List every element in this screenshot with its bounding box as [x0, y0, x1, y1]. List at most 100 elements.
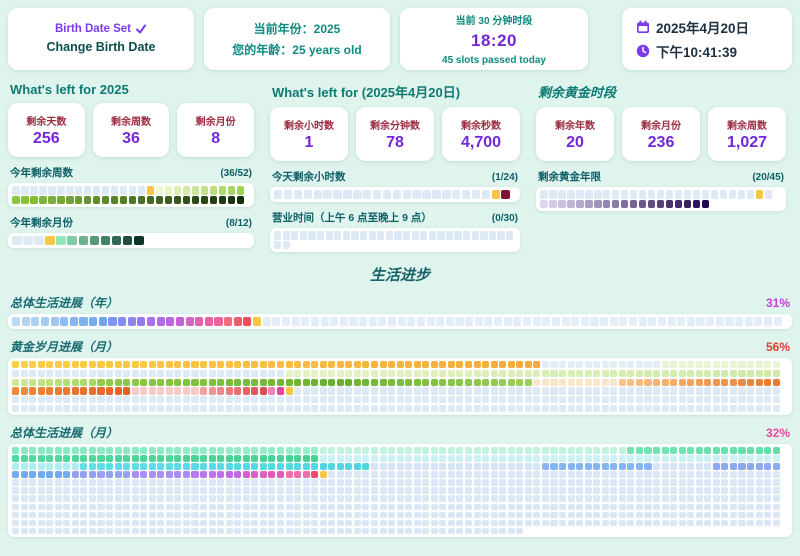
grid-cell [260, 455, 267, 462]
grid-cell [474, 495, 481, 502]
grid-cell [311, 495, 318, 502]
grid-cell [277, 495, 284, 502]
grid-cell [422, 455, 429, 462]
grid-cell [183, 512, 190, 519]
grid-cell [576, 463, 583, 470]
grid-cell [516, 504, 523, 511]
grid-cell [644, 504, 651, 511]
grid-cell [166, 405, 173, 412]
grid-cell [431, 471, 438, 478]
grid-cell [696, 317, 704, 326]
grid-cell [157, 479, 164, 486]
stat-golden-weeks-left: 剩余周数 1,027 [708, 107, 786, 161]
grid-cell [388, 495, 395, 502]
grid-cell [209, 463, 216, 470]
grid-cell [585, 512, 592, 519]
grid-cell [55, 387, 62, 394]
grid-cell [480, 231, 487, 240]
grid-cell [345, 455, 352, 462]
grid-cell [80, 361, 87, 368]
grid-cell [210, 186, 218, 195]
grid-cell [559, 379, 566, 386]
grid-cell [21, 455, 28, 462]
grid-cell [747, 520, 754, 527]
grid-cell [149, 463, 156, 470]
grid-cell [754, 317, 762, 326]
grid-cell [183, 479, 190, 486]
grid-cell [571, 317, 579, 326]
overall-months-grid [12, 447, 788, 535]
grid-cell [149, 370, 156, 377]
grid-cell [286, 455, 293, 462]
grid-cell [550, 455, 557, 462]
grid-cell [452, 190, 460, 199]
grid-cell [362, 405, 369, 412]
grid-cell [191, 487, 198, 494]
grid-cell [55, 405, 62, 412]
grid-cell [140, 379, 147, 386]
grid-cell [499, 495, 506, 502]
grid-cell [115, 471, 122, 478]
grid-cell [183, 528, 190, 535]
grid-cell [380, 455, 387, 462]
grid-cell [576, 396, 583, 403]
grid-cell [328, 520, 335, 527]
grid-cell [482, 495, 489, 502]
grid-cell [337, 495, 344, 502]
grid-cell [132, 504, 139, 511]
grid-cell [568, 471, 575, 478]
grid-cell [474, 463, 481, 470]
grid-cell [89, 447, 96, 454]
grid-cell [282, 317, 290, 326]
grid-cell [550, 361, 557, 368]
grid-cell [388, 520, 395, 527]
grid-cell [687, 512, 694, 519]
stat-hours-left: 剩余小时数 1 [270, 107, 348, 161]
stat-weeks-left: 剩余周数 36 [93, 103, 170, 157]
grid-cell [157, 361, 164, 368]
grid-cell [499, 520, 506, 527]
grid-cell [209, 455, 216, 462]
grid-cell [525, 520, 532, 527]
months-bar [8, 233, 254, 248]
grid-cell [431, 396, 438, 403]
grid-cell [465, 361, 472, 368]
top-cards-row: Birth Date Set Change Birth Date 当前年份：20… [0, 0, 800, 70]
grid-cell [303, 405, 310, 412]
grid-cell [337, 512, 344, 519]
grid-cell [371, 528, 378, 535]
grid-cell [46, 520, 53, 527]
grid-cell [773, 487, 780, 494]
grid-cell [619, 405, 626, 412]
grid-cell [482, 396, 489, 403]
grid-cell [491, 370, 498, 377]
grid-cell [602, 370, 609, 377]
grid-cell [431, 487, 438, 494]
grid-cell [508, 479, 515, 486]
grid-cell [721, 520, 728, 527]
grid-cell [644, 512, 651, 519]
grid-cell [38, 487, 45, 494]
grid-cell [234, 471, 241, 478]
grid-cell [251, 455, 258, 462]
grid-cell [29, 528, 36, 535]
grid-cell [422, 504, 429, 511]
grid-cell [174, 196, 182, 205]
grid-cell [217, 455, 224, 462]
grid-cell [89, 405, 96, 412]
change-birth-date-button[interactable]: Change Birth Date [40, 39, 161, 55]
grid-cell [422, 447, 429, 454]
grid-cell [72, 512, 79, 519]
grid-cell [63, 455, 70, 462]
grid-cell [713, 455, 720, 462]
grid-cell [730, 495, 737, 502]
grid-cell [576, 520, 583, 527]
grid-cell [268, 512, 275, 519]
grid-cell [644, 447, 651, 454]
grid-cell [533, 361, 540, 368]
grid-cell [706, 317, 714, 326]
grid-cell [277, 370, 284, 377]
grid-cell [217, 463, 224, 470]
grid-cell [362, 495, 369, 502]
grid-cell [429, 231, 436, 240]
